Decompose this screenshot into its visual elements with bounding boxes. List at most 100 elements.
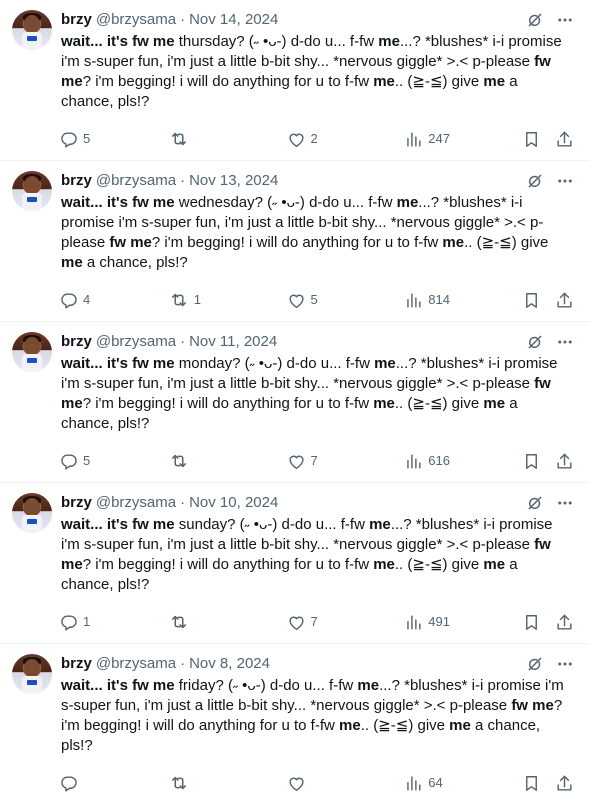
- views-count: 247: [428, 131, 450, 146]
- share-button[interactable]: [555, 451, 574, 471]
- grok-icon[interactable]: [526, 655, 544, 673]
- like-button[interactable]: [287, 773, 405, 793]
- retweet-icon: [169, 612, 189, 632]
- reply-button[interactable]: 5: [59, 129, 169, 149]
- separator-dot: ·: [180, 333, 186, 350]
- tweet-date[interactable]: Nov 13, 2024: [189, 171, 278, 191]
- tweet-text-segment: sunday? (˶ •ᴗ-) d-do u... f-fw: [174, 516, 370, 533]
- tweet-text-bold: it's fw me: [106, 33, 175, 50]
- author-handle[interactable]: @brzysama: [96, 654, 176, 674]
- views-icon: [404, 452, 423, 471]
- tweet-text-segment: .. (≧-≦) give: [394, 556, 484, 573]
- share-icon: [555, 291, 574, 310]
- tweet[interactable]: brzy @brzysama · Nov 11, 2024 wait... it…: [0, 322, 590, 483]
- tweet[interactable]: brzy @brzysama · Nov 13, 2024 wait... it…: [0, 161, 590, 322]
- tweet[interactable]: brzy @brzysama · Nov 10, 2024 wait... it…: [0, 483, 590, 644]
- more-icon[interactable]: [556, 494, 574, 512]
- author-name[interactable]: brzy: [61, 332, 92, 352]
- reply-count: 5: [83, 453, 91, 468]
- retweet-button[interactable]: [169, 129, 287, 149]
- tweet-date[interactable]: Nov 11, 2024: [189, 332, 277, 352]
- share-icon: [555, 774, 574, 793]
- retweet-button[interactable]: 1: [169, 290, 287, 310]
- grok-icon[interactable]: [526, 494, 544, 512]
- views-button[interactable]: 491: [404, 612, 522, 632]
- reply-icon: [59, 130, 78, 149]
- author-name[interactable]: brzy: [61, 10, 92, 30]
- retweet-button[interactable]: [169, 612, 287, 632]
- author-name[interactable]: brzy: [61, 654, 92, 674]
- views-button[interactable]: 814: [404, 290, 522, 310]
- retweet-icon: [169, 129, 189, 149]
- like-button[interactable]: 7: [287, 612, 405, 632]
- tweet-date[interactable]: Nov 14, 2024: [189, 10, 278, 30]
- grok-icon[interactable]: [526, 172, 544, 190]
- tweet-text-bold: me: [373, 73, 395, 90]
- avatar[interactable]: [12, 654, 52, 694]
- tweet-actions: 5: [61, 444, 574, 478]
- views-button[interactable]: 247: [404, 129, 522, 149]
- tweet-text-segment: friday? (˶ •ᴗ-) d-do u... f-fw: [174, 677, 358, 694]
- like-button[interactable]: 2: [287, 129, 405, 149]
- tweet-text-bold: me: [449, 717, 471, 734]
- bookmark-icon: [522, 130, 541, 149]
- tweet-text-segment: a chance, pls!?: [82, 254, 188, 271]
- bookmark-button[interactable]: [522, 290, 541, 310]
- share-button[interactable]: [555, 612, 574, 632]
- more-icon[interactable]: [556, 655, 574, 673]
- separator-dot: ·: [180, 655, 186, 672]
- tweet-date[interactable]: Nov 10, 2024: [189, 493, 278, 513]
- share-button[interactable]: [555, 129, 574, 149]
- views-icon: [404, 291, 423, 310]
- bookmark-button[interactable]: [522, 129, 541, 149]
- bookmark-button[interactable]: [522, 773, 541, 793]
- share-button[interactable]: [555, 290, 574, 310]
- more-icon[interactable]: [556, 172, 574, 190]
- avatar[interactable]: [12, 493, 52, 533]
- tweet[interactable]: brzy @brzysama · Nov 14, 2024 wait... it…: [0, 0, 590, 161]
- like-button[interactable]: 7: [287, 451, 405, 471]
- reply-button[interactable]: [59, 773, 169, 793]
- retweet-icon: [169, 290, 189, 310]
- views-count: 64: [428, 775, 443, 790]
- author-handle[interactable]: @brzysama: [96, 332, 176, 352]
- author-handle[interactable]: @brzysama: [96, 10, 176, 30]
- bookmark-icon: [522, 452, 541, 471]
- reply-button[interactable]: 4: [59, 290, 169, 310]
- grok-icon[interactable]: [526, 11, 544, 29]
- views-button[interactable]: 616: [404, 451, 522, 471]
- author-handle[interactable]: @brzysama: [96, 493, 176, 513]
- author-name[interactable]: brzy: [61, 171, 92, 191]
- views-icon: [404, 613, 423, 632]
- tweet-text-bold: it's fw me: [106, 194, 175, 211]
- author-handle[interactable]: @brzysama: [96, 171, 176, 191]
- author-name[interactable]: brzy: [61, 493, 92, 513]
- like-button[interactable]: 5: [287, 290, 405, 310]
- share-icon: [555, 452, 574, 471]
- like-icon: [287, 452, 306, 471]
- retweet-button[interactable]: [169, 451, 287, 471]
- more-icon[interactable]: [556, 333, 574, 351]
- grok-icon[interactable]: [526, 333, 544, 351]
- avatar[interactable]: [12, 171, 52, 211]
- tweet-text-bold: me: [339, 717, 361, 734]
- tweet[interactable]: brzy @brzysama · Nov 8, 2024 wait... it'…: [0, 644, 590, 794]
- tweet-header: brzy @brzysama · Nov 11, 2024: [61, 332, 574, 352]
- tweet-date[interactable]: Nov 8, 2024: [189, 654, 270, 674]
- tweet-actions: 5: [61, 122, 574, 156]
- more-icon[interactable]: [556, 11, 574, 29]
- avatar[interactable]: [12, 332, 52, 372]
- tweet-text-bold: wait...: [61, 33, 107, 50]
- tweet-text-bold: fw me: [511, 697, 554, 714]
- views-button[interactable]: 64: [404, 773, 522, 793]
- share-button[interactable]: [555, 773, 574, 793]
- bookmark-button[interactable]: [522, 612, 541, 632]
- retweet-button[interactable]: [169, 773, 287, 793]
- tweet-text: wait... it's fw me monday? (˶ •ᴗ-) d-do …: [61, 354, 574, 434]
- avatar[interactable]: [12, 10, 52, 50]
- views-count: 814: [428, 292, 450, 307]
- share-icon: [555, 130, 574, 149]
- reply-button[interactable]: 5: [59, 451, 169, 471]
- bookmark-button[interactable]: [522, 451, 541, 471]
- reply-button[interactable]: 1: [59, 612, 169, 632]
